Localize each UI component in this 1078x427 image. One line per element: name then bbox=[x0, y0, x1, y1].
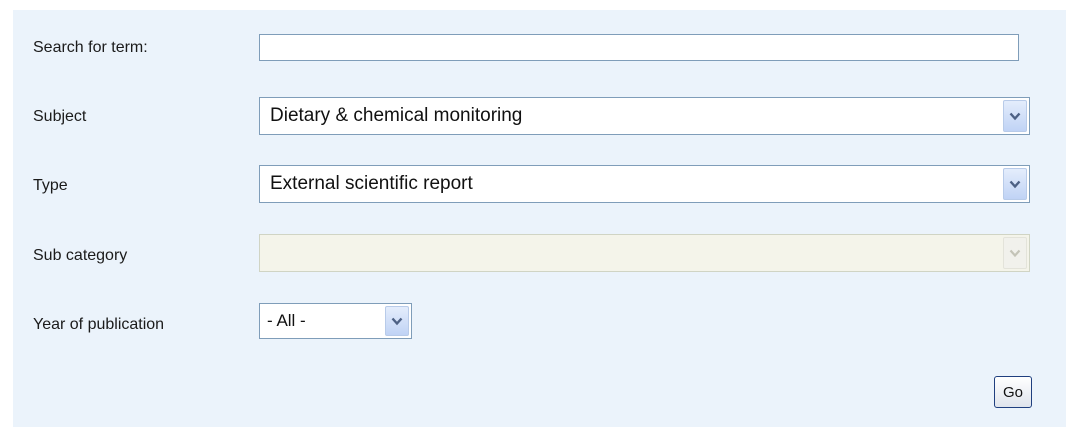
year-select[interactable]: - All - bbox=[259, 303, 412, 339]
year-label: Year of publication bbox=[33, 316, 165, 333]
sub-category-label: Sub category bbox=[33, 247, 128, 264]
chevron-down-icon bbox=[1009, 180, 1021, 188]
search-form-panel bbox=[13, 10, 1066, 427]
subject-label: Subject bbox=[33, 108, 87, 125]
subject-dropdown-button[interactable] bbox=[1003, 100, 1027, 132]
year-dropdown-button[interactable] bbox=[385, 306, 409, 336]
type-label: Type bbox=[33, 177, 68, 194]
type-select[interactable]: External scientific report bbox=[259, 165, 1030, 203]
type-dropdown-button[interactable] bbox=[1003, 168, 1027, 200]
chevron-down-icon bbox=[391, 317, 403, 325]
year-selected-value: - All - bbox=[267, 311, 306, 330]
go-button[interactable]: Go bbox=[994, 376, 1032, 408]
search-term-input[interactable] bbox=[259, 34, 1019, 61]
sub-category-dropdown-button bbox=[1003, 237, 1027, 269]
sub-category-select bbox=[259, 234, 1030, 272]
chevron-down-icon bbox=[1009, 249, 1021, 257]
chevron-down-icon bbox=[1009, 112, 1021, 120]
search-term-label: Search for term: bbox=[33, 39, 148, 56]
subject-selected-value: Dietary & chemical monitoring bbox=[270, 105, 523, 126]
type-selected-value: External scientific report bbox=[270, 173, 473, 194]
subject-select[interactable]: Dietary & chemical monitoring bbox=[259, 97, 1030, 135]
